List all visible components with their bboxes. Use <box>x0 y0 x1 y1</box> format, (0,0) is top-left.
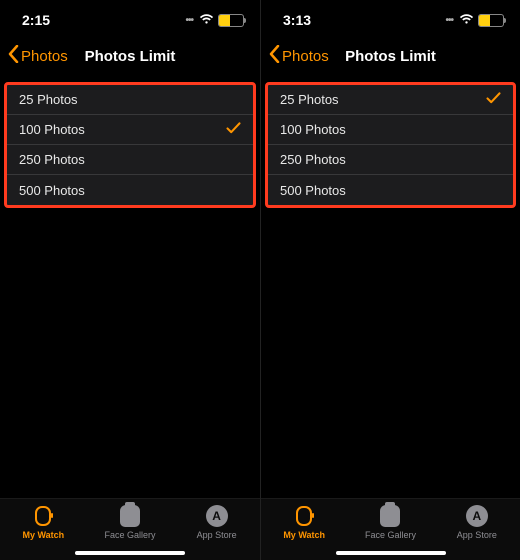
watch-icon <box>32 505 54 527</box>
chevron-left-icon <box>269 45 280 67</box>
tab-face-gallery[interactable]: Face Gallery <box>350 505 430 540</box>
option-row[interactable]: 25 Photos <box>268 85 513 115</box>
checkmark-icon <box>226 122 241 137</box>
nav-bar: Photos Photos Limit <box>0 40 260 72</box>
tab-label: App Store <box>197 530 237 540</box>
watch-icon <box>293 505 315 527</box>
option-row[interactable]: 100 Photos <box>268 115 513 145</box>
option-label: 100 Photos <box>280 122 346 137</box>
home-indicator[interactable] <box>75 551 185 555</box>
tab-label: My Watch <box>22 530 64 540</box>
option-label: 500 Photos <box>280 183 346 198</box>
option-row[interactable]: 500 Photos <box>7 175 253 205</box>
face-gallery-icon <box>119 505 141 527</box>
status-bar: 2:15 ••• <box>0 0 260 40</box>
option-row[interactable]: 25 Photos <box>7 85 253 115</box>
photos-limit-list: 25 Photos 100 Photos 250 Photos 500 Phot… <box>4 82 256 208</box>
option-label: 500 Photos <box>19 183 85 198</box>
battery-icon <box>218 14 244 27</box>
checkmark-icon <box>486 92 501 107</box>
tab-label: Face Gallery <box>104 530 155 540</box>
home-indicator[interactable] <box>336 551 446 555</box>
app-store-icon: A <box>206 505 228 527</box>
photos-limit-list: 25 Photos 100 Photos 250 Photos 500 Phot… <box>265 82 516 208</box>
app-store-icon: A <box>466 505 488 527</box>
option-label: 250 Photos <box>280 152 346 167</box>
back-button[interactable]: Photos <box>269 45 329 67</box>
nav-bar: Photos Photos Limit <box>261 40 520 72</box>
option-label: 25 Photos <box>19 92 78 107</box>
back-button[interactable]: Photos <box>8 45 68 67</box>
option-label: 250 Photos <box>19 152 85 167</box>
tab-label: My Watch <box>283 530 325 540</box>
tab-app-store[interactable]: A App Store <box>177 505 257 540</box>
screenshot-pane: 2:15 ••• Photos Photos Limit 25 Photos <box>0 0 260 560</box>
tab-my-watch[interactable]: My Watch <box>3 505 83 540</box>
option-label: 100 Photos <box>19 122 85 137</box>
status-time: 2:15 <box>22 12 50 28</box>
chevron-left-icon <box>8 45 19 67</box>
tab-face-gallery[interactable]: Face Gallery <box>90 505 170 540</box>
tab-bar: My Watch Face Gallery A App Store <box>0 498 260 560</box>
signal-icon: ••• <box>185 15 193 26</box>
option-row[interactable]: 250 Photos <box>268 145 513 175</box>
face-gallery-icon <box>379 505 401 527</box>
status-time: 3:13 <box>283 12 311 28</box>
wifi-icon <box>459 12 474 28</box>
signal-icon: ••• <box>445 15 453 26</box>
screenshot-pane: 3:13 ••• Photos Photos Limit 25 Photos <box>260 0 520 560</box>
tab-bar: My Watch Face Gallery A App Store <box>261 498 520 560</box>
option-row[interactable]: 100 Photos <box>7 115 253 145</box>
back-label: Photos <box>282 48 329 65</box>
tab-label: App Store <box>457 530 497 540</box>
battery-icon <box>478 14 504 27</box>
tab-label: Face Gallery <box>365 530 416 540</box>
option-label: 25 Photos <box>280 92 339 107</box>
tab-app-store[interactable]: A App Store <box>437 505 517 540</box>
wifi-icon <box>199 12 214 28</box>
back-label: Photos <box>21 48 68 65</box>
status-bar: 3:13 ••• <box>261 0 520 40</box>
option-row[interactable]: 250 Photos <box>7 145 253 175</box>
option-row[interactable]: 500 Photos <box>268 175 513 205</box>
tab-my-watch[interactable]: My Watch <box>264 505 344 540</box>
